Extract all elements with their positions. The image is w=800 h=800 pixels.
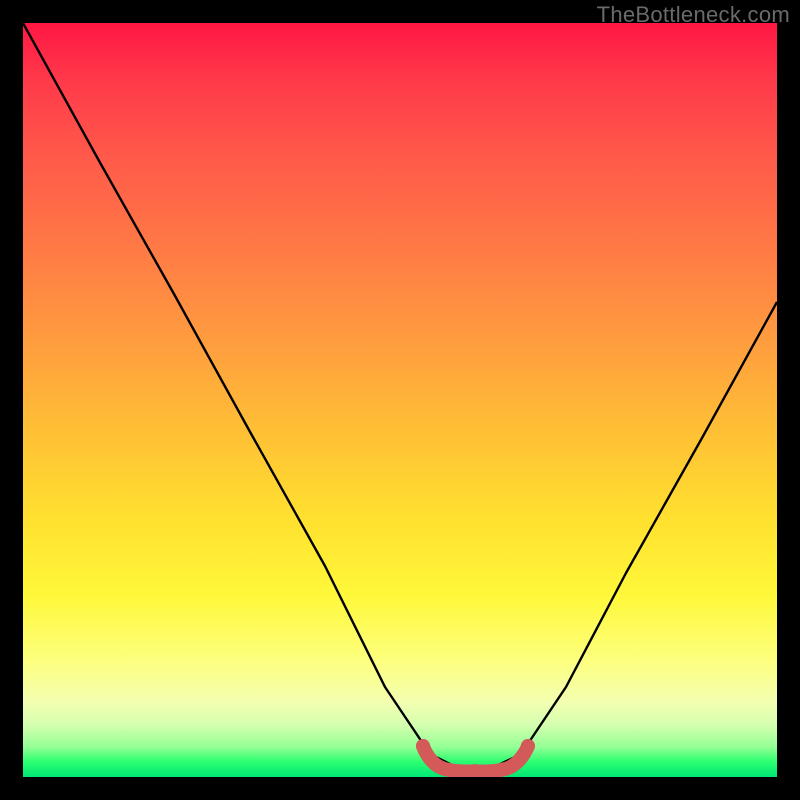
watermark-text: TheBottleneck.com xyxy=(597,2,790,28)
chart-plot-area xyxy=(23,23,777,777)
curve-path xyxy=(23,23,777,769)
optimal-zone-path xyxy=(423,746,528,772)
optimal-zone-dot-left xyxy=(416,739,430,753)
bottleneck-curve xyxy=(23,23,777,777)
chart-frame: TheBottleneck.com xyxy=(0,0,800,800)
optimal-zone-dot-right xyxy=(521,739,535,753)
